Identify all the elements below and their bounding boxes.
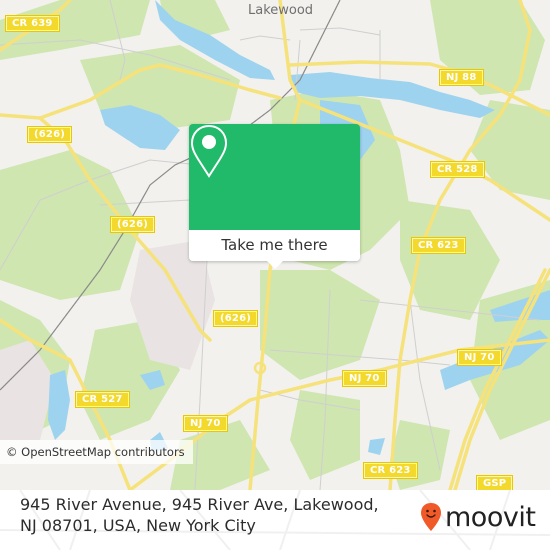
moovit-smiley-pin-icon: [421, 503, 441, 531]
map-attribution[interactable]: © OpenStreetMap contributors: [0, 440, 193, 464]
road-shield: GSP: [475, 475, 514, 490]
road-shield: NJ 70: [457, 349, 502, 366]
road-shield: CR 639: [5, 15, 60, 32]
road-shield: (626): [212, 310, 259, 327]
moovit-wordmark: moovit: [445, 501, 536, 533]
road-shield: CR 623: [363, 462, 418, 479]
map-pin-icon: [190, 124, 228, 178]
location-popup: Take me there: [189, 124, 360, 269]
address-text: 945 River Avenue, 945 River Ave, Lakewoo…: [20, 495, 379, 535]
place-label-lakewood: Lakewood: [248, 3, 314, 18]
road-shield: NJ 70: [342, 370, 387, 387]
popup-header: [189, 124, 360, 230]
road-shield: CR 527: [75, 391, 130, 408]
road-shield: (626): [26, 126, 73, 143]
map[interactable]: Lakewood CR 639 (626) (626) (626) NJ 88 …: [0, 0, 550, 490]
road-shield: CR 623: [411, 237, 466, 254]
road-shield: NJ 88: [439, 69, 484, 86]
take-me-there-button[interactable]: Take me there: [189, 230, 360, 261]
popup-pointer: [266, 260, 284, 269]
road-shield: CR 528: [430, 161, 485, 178]
footer: 945 River Avenue, 945 River Ave, Lakewoo…: [0, 490, 550, 550]
moovit-logo[interactable]: moovit: [420, 500, 536, 534]
road-shield: NJ 70: [183, 415, 228, 432]
road-shield: (626): [109, 216, 156, 233]
